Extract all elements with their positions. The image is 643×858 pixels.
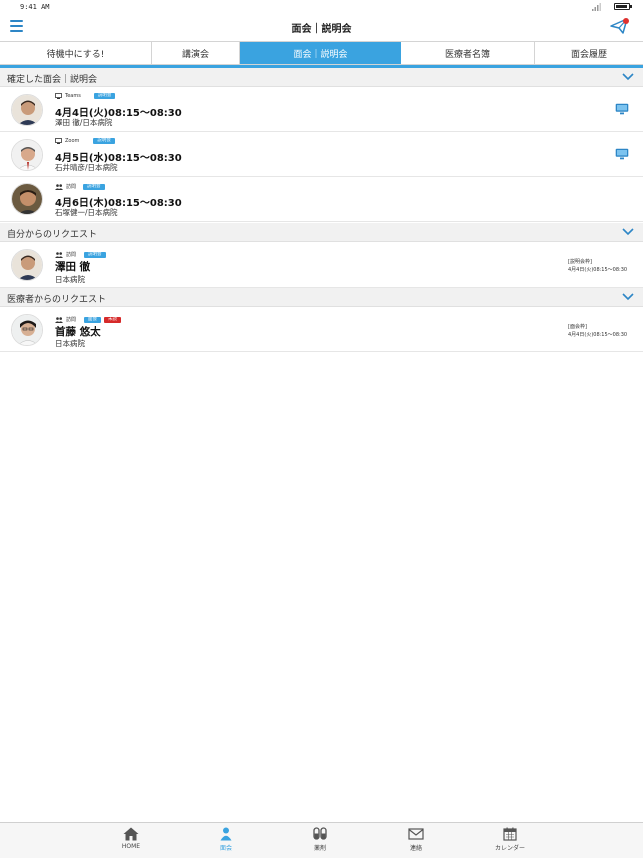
avatar xyxy=(11,249,43,281)
avatar xyxy=(11,94,43,126)
nav-bar: 面会｜説明会 xyxy=(0,14,643,40)
bottom-tab-label: 薬剤 xyxy=(313,845,326,852)
tab-meeting-history[interactable]: 面会履歴 xyxy=(535,42,643,64)
status-badge: 説明会 xyxy=(93,138,115,144)
status-badge: 説明会 xyxy=(83,183,105,190)
paper-plane-icon[interactable] xyxy=(610,17,630,35)
meeting-type: 訪問 xyxy=(66,184,77,190)
bottom-tab-meeting[interactable]: 面会 xyxy=(196,827,256,852)
section-my-requests[interactable]: 自分からのリクエスト xyxy=(0,223,643,242)
page-title: 面会｜説明会 xyxy=(291,24,352,35)
section-confirmed[interactable]: 確定した面会｜説明会 xyxy=(0,68,643,87)
slot-note: [説明会枠] 4月4日(火)08:15〜08:30 xyxy=(568,258,627,274)
bottom-tab-contact[interactable]: 連絡 xyxy=(386,827,446,852)
status-badge: 面会 xyxy=(84,316,102,323)
monitor-icon[interactable] xyxy=(615,148,629,160)
unread-badge: 未読 xyxy=(104,316,122,323)
avatar xyxy=(11,139,43,171)
bottom-tab-label: HOME xyxy=(121,843,141,850)
people-icon xyxy=(55,251,63,258)
section-title: 確定した面会｜説明会 xyxy=(7,75,98,85)
slot-time: 4月4日(火)08:15〜08:30 xyxy=(568,332,628,338)
person-group-icon xyxy=(220,827,232,841)
hospital-name: 日本病院 xyxy=(55,339,85,348)
notification-dot xyxy=(623,18,629,24)
tab-standby[interactable]: 待機中にする! xyxy=(0,42,152,64)
section-their-requests[interactable]: 医療者からのリクエスト xyxy=(0,288,643,307)
meeting-meta: 訪問 面会 未読 xyxy=(55,316,122,323)
tab-meeting[interactable]: 面会｜説明会 xyxy=(240,42,401,64)
people-icon xyxy=(55,183,63,190)
doctor-name: 澤田 徹 xyxy=(55,261,91,273)
slot-note: [面会枠] 4月4日(火)08:15〜08:30 xyxy=(568,323,627,339)
list-item[interactable]: Zoom 説明会 4月5日(水)08:15〜08:30 石井晴彦/日本病院 xyxy=(0,132,643,177)
meeting-meta: Teams 説明会 xyxy=(55,93,116,99)
bottom-tab-home[interactable]: HOME xyxy=(101,827,161,850)
slot-time: 4月4日(火)08:15〜08:30 xyxy=(568,267,628,273)
calendar-icon xyxy=(503,827,517,841)
tab-medical-directory[interactable]: 医療者名簿 xyxy=(401,42,535,64)
bottom-tab-drugs[interactable]: 薬剤 xyxy=(290,827,350,852)
status-badge: 説明会 xyxy=(84,251,106,258)
battery-icon xyxy=(614,3,632,10)
slot-label: [面会枠] xyxy=(568,324,587,330)
meeting-meta: Zoom 説明会 xyxy=(55,138,115,144)
section-title: 自分からのリクエスト xyxy=(7,230,98,240)
slot-label: [説明会枠] xyxy=(568,259,592,265)
envelope-icon xyxy=(408,828,424,840)
avatar xyxy=(11,183,43,215)
bottom-tab-calendar[interactable]: カレンダー xyxy=(480,827,540,852)
list-item[interactable]: 訪問 説明会 澤田 徹 日本病院 [説明会枠] 4月4日(火)08:15〜08:… xyxy=(0,242,643,288)
chevron-down-icon[interactable] xyxy=(622,72,634,81)
home-icon xyxy=(123,827,139,841)
status-badge: 説明会 xyxy=(93,93,116,99)
status-bar: 9:41 AM xyxy=(0,0,643,14)
bottom-tab-bar: HOME 面会 薬剤 連絡 カレンダー xyxy=(0,822,643,858)
meeting-type: 訪問 xyxy=(66,317,77,323)
signal-icon xyxy=(592,3,601,11)
meeting-type: Teams xyxy=(65,93,81,99)
meeting-person-hospital: 石塚健一/日本病院 xyxy=(55,208,118,217)
monitor-small-icon xyxy=(55,93,62,99)
bottom-tab-label: カレンダー xyxy=(494,845,525,852)
tab-bar: 待機中にする! 講演会 面会｜説明会 医療者名簿 面会履歴 xyxy=(0,41,643,65)
hospital-name: 日本病院 xyxy=(55,275,85,284)
avatar xyxy=(11,314,43,346)
list-item[interactable]: 訪問 説明会 4月6日(木)08:15〜08:30 石塚健一/日本病院 xyxy=(0,177,643,222)
tab-lecture[interactable]: 講演会 xyxy=(152,42,240,64)
meeting-person-hospital: 石井晴彦/日本病院 xyxy=(55,163,118,172)
people-icon xyxy=(55,316,63,323)
meeting-meta: 訪問 説明会 xyxy=(55,183,105,190)
list-item[interactable]: Teams 説明会 4月4日(火)08:15〜08:30 澤田 徹/日本病院 xyxy=(0,87,643,132)
meeting-meta: 訪問 説明会 xyxy=(55,251,106,258)
meeting-type: Zoom xyxy=(65,138,80,144)
meeting-type: 訪問 xyxy=(66,252,77,258)
doctor-name: 首藤 悠太 xyxy=(55,326,101,338)
section-title: 医療者からのリクエスト xyxy=(7,295,107,305)
chevron-down-icon[interactable] xyxy=(622,227,634,236)
meeting-person-hospital: 澤田 徹/日本病院 xyxy=(55,118,113,127)
chevron-down-icon[interactable] xyxy=(622,292,634,301)
monitor-icon[interactable] xyxy=(615,103,629,115)
bottom-tab-label: 連絡 xyxy=(409,845,422,852)
bottom-tab-label: 面会 xyxy=(219,845,232,852)
list-item[interactable]: 訪問 面会 未読 首藤 悠太 日本病院 [面会枠] 4月4日(火)08:15〜0… xyxy=(0,307,643,352)
pills-icon xyxy=(313,827,327,840)
status-time: 9:41 AM xyxy=(20,3,50,11)
monitor-small-icon xyxy=(55,138,62,144)
